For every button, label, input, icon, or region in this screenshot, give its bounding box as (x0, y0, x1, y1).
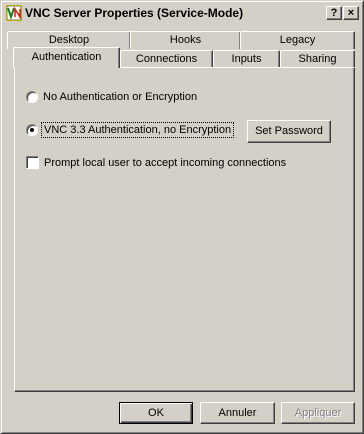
close-icon: × (347, 7, 355, 19)
cancel-button[interactable]: Annuler (200, 402, 275, 424)
checkbox-prompt-local-user[interactable]: Prompt local user to accept incoming con… (26, 156, 286, 169)
title-bar[interactable]: VNC Server Properties (Service-Mode) ? × (4, 4, 361, 22)
tab-legacy-label: Legacy (279, 34, 316, 46)
tab-authentication[interactable]: Authentication (13, 47, 120, 68)
radio-vnc-authentication-button[interactable] (26, 124, 38, 136)
close-button[interactable]: × (343, 6, 359, 20)
tab-sharing-label: Sharing (298, 53, 337, 65)
vnc-app-icon (6, 5, 22, 21)
tab-inputs-label: Inputs (231, 53, 262, 65)
set-password-label: Set Password (255, 125, 323, 137)
radio-vnc-authentication[interactable]: VNC 3.3 Authentication, no Encryption (26, 122, 235, 138)
tab-sharing[interactable]: Sharing (280, 50, 355, 68)
tab-authentication-label: Authentication (31, 51, 102, 63)
radio-no-authentication[interactable]: No Authentication or Encryption (26, 91, 197, 103)
tab-legacy[interactable]: Legacy (240, 31, 355, 49)
tab-connections-label: Connections (135, 53, 198, 65)
cancel-label: Annuler (218, 407, 257, 419)
tab-desktop-label: Desktop (48, 34, 90, 46)
tab-hooks[interactable]: Hooks (130, 31, 241, 49)
tab-inputs[interactable]: Inputs (213, 50, 280, 68)
radio-no-authentication-button[interactable] (26, 91, 38, 103)
tab-hooks-label: Hooks (169, 34, 202, 46)
radio-no-authentication-label: No Authentication or Encryption (43, 91, 198, 103)
help-button[interactable]: ? (326, 6, 342, 20)
radio-selected-dot (30, 128, 34, 132)
dialog-window: VNC Server Properties (Service-Mode) ? ×… (0, 0, 364, 434)
radio-vnc-authentication-label: VNC 3.3 Authentication, no Encryption (40, 122, 235, 138)
ok-button[interactable]: OK (119, 402, 193, 424)
prompt-local-user-checkbox[interactable] (26, 156, 39, 169)
ok-label: OK (148, 407, 164, 419)
authentication-panel: No Authentication or Encryption VNC 3.3 … (14, 67, 355, 392)
prompt-local-user-label: Prompt local user to accept incoming con… (44, 156, 287, 169)
window-title: VNC Server Properties (Service-Mode) (25, 6, 244, 20)
tab-connections[interactable]: Connections (120, 50, 213, 68)
apply-label: Appliquer (294, 407, 342, 419)
apply-button[interactable]: Appliquer (281, 402, 355, 424)
set-password-button[interactable]: Set Password (247, 120, 331, 143)
